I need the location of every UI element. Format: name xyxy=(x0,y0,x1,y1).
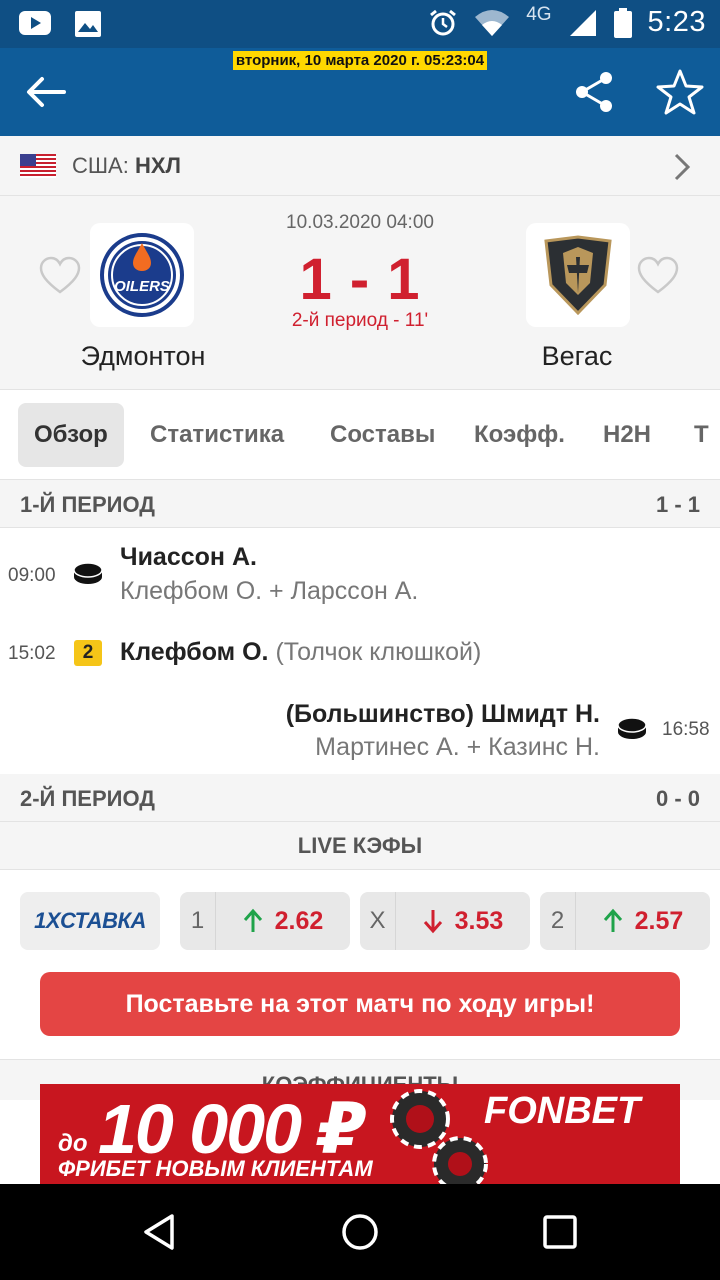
tab-odds[interactable]: Коэфф. xyxy=(474,403,565,467)
penalty-reason: (Толчок клюшкой) xyxy=(275,638,482,666)
share-icon[interactable] xyxy=(570,68,618,116)
wifi-icon xyxy=(475,9,510,36)
tab-h2h[interactable]: H2H xyxy=(603,403,651,467)
match-header: OILERS Эдмонтон 10.03.2020 04:00 1 - 1 2… xyxy=(0,196,720,390)
event-time: 16:58 xyxy=(662,719,710,740)
nav-recents-icon[interactable] xyxy=(540,1212,580,1252)
image-icon xyxy=(75,11,101,37)
arrow-down-icon xyxy=(423,910,442,934)
live-odds-header: LIVE КЭФЫ xyxy=(0,822,720,870)
period-score: 1 - 1 xyxy=(655,492,700,517)
tab-lineups[interactable]: Составы xyxy=(330,403,435,467)
period-header: 1-Й ПЕРИОД 1 - 1 xyxy=(0,480,720,528)
nav-back-icon[interactable] xyxy=(140,1212,180,1252)
away-team-name[interactable]: Вегас xyxy=(477,341,677,372)
fonbet-ad-banner[interactable]: до 10 000 ₽ ФРИБЕТ НОВЫМ КЛИЕНТАМ FONBET xyxy=(40,1084,680,1184)
event-player: (Большинство) Шмидт Н. xyxy=(285,700,600,728)
tab-bar: Обзор Статистика Составы Коэфф. H2H Т xyxy=(0,390,720,480)
favorite-away-heart-icon[interactable] xyxy=(637,256,679,296)
clock: 5:23 xyxy=(647,6,706,38)
hockey-puck-icon xyxy=(73,562,103,584)
period-score: 0 - 0 xyxy=(655,786,700,811)
system-nav-bar xyxy=(0,1184,720,1280)
odd-label: 1 xyxy=(180,892,216,950)
odd-label: X xyxy=(360,892,396,950)
battery-icon xyxy=(613,7,632,38)
odd-home[interactable]: 1 2.62 xyxy=(180,892,350,950)
alarm-icon xyxy=(430,9,457,35)
youtube-icon xyxy=(19,11,51,35)
league-row[interactable]: США: НХЛ xyxy=(0,136,720,196)
golden-knights-logo xyxy=(544,235,612,315)
ad-brand: FONBET xyxy=(484,1090,641,1132)
event-time: 09:00 xyxy=(8,565,56,586)
home-team-name[interactable]: Эдмонтон xyxy=(43,341,243,372)
tab-statistics[interactable]: Статистика xyxy=(150,403,284,467)
ad-subtitle: ФРИБЕТ НОВЫМ КЛИЕНТАМ xyxy=(58,1156,373,1181)
network-type: 4G xyxy=(526,3,552,25)
arrow-up-icon xyxy=(243,908,262,932)
period-title: 1-Й ПЕРИОД xyxy=(20,492,155,517)
period-header: 2-Й ПЕРИОД 0 - 0 xyxy=(0,774,720,822)
tab-table[interactable]: Т xyxy=(694,403,709,467)
ad-prefix: до xyxy=(58,1130,88,1157)
event-player: Чиассон А. xyxy=(120,543,257,571)
odd-value: 2.57 xyxy=(634,906,684,935)
signal-icon xyxy=(569,9,596,36)
odd-value: 3.53 xyxy=(454,906,504,935)
event-assists: Мартинес А. + Казинс Н. xyxy=(315,733,600,761)
chevron-right-icon xyxy=(674,153,691,181)
odd-draw[interactable]: X 3.53 xyxy=(360,892,530,950)
penalty-minutes-badge: 2 xyxy=(74,640,102,666)
away-team-logo[interactable] xyxy=(526,223,630,327)
odd-value: 2.62 xyxy=(274,906,324,935)
nav-home-icon[interactable] xyxy=(340,1212,380,1252)
league-name: США: НХЛ xyxy=(72,152,181,178)
odd-away[interactable]: 2 2.57 xyxy=(540,892,710,950)
event-time: 15:02 xyxy=(8,643,56,664)
back-arrow-icon[interactable] xyxy=(22,68,70,116)
bet-live-button[interactable]: Поставьте на этот матч по ходу игры! xyxy=(40,972,680,1036)
arrow-up-icon xyxy=(603,908,622,932)
status-bar: 4G 5:23 xyxy=(0,0,720,48)
period-title: 2-Й ПЕРИОД xyxy=(20,786,155,811)
tab-overview[interactable]: Обзор xyxy=(18,403,124,467)
event-assists: Клефбом О. + Ларссон А. xyxy=(120,577,419,605)
live-odds-section: 1XСТАВКА 1 2.62 X 3.53 2 2.57 Поставьте … xyxy=(0,870,720,1060)
bookmaker-logo[interactable]: 1XСТАВКА xyxy=(20,892,160,950)
odd-label: 2 xyxy=(540,892,576,950)
casino-chips-icon xyxy=(390,1089,488,1184)
app-bar: вторник, 10 марта 2020 г. 05:23:04 xyxy=(0,48,720,136)
us-flag-icon xyxy=(20,153,56,178)
event-player: Клефбом О. (Толчок клюшкой) xyxy=(120,638,482,666)
hockey-puck-icon xyxy=(617,717,647,739)
star-icon[interactable] xyxy=(655,68,705,116)
